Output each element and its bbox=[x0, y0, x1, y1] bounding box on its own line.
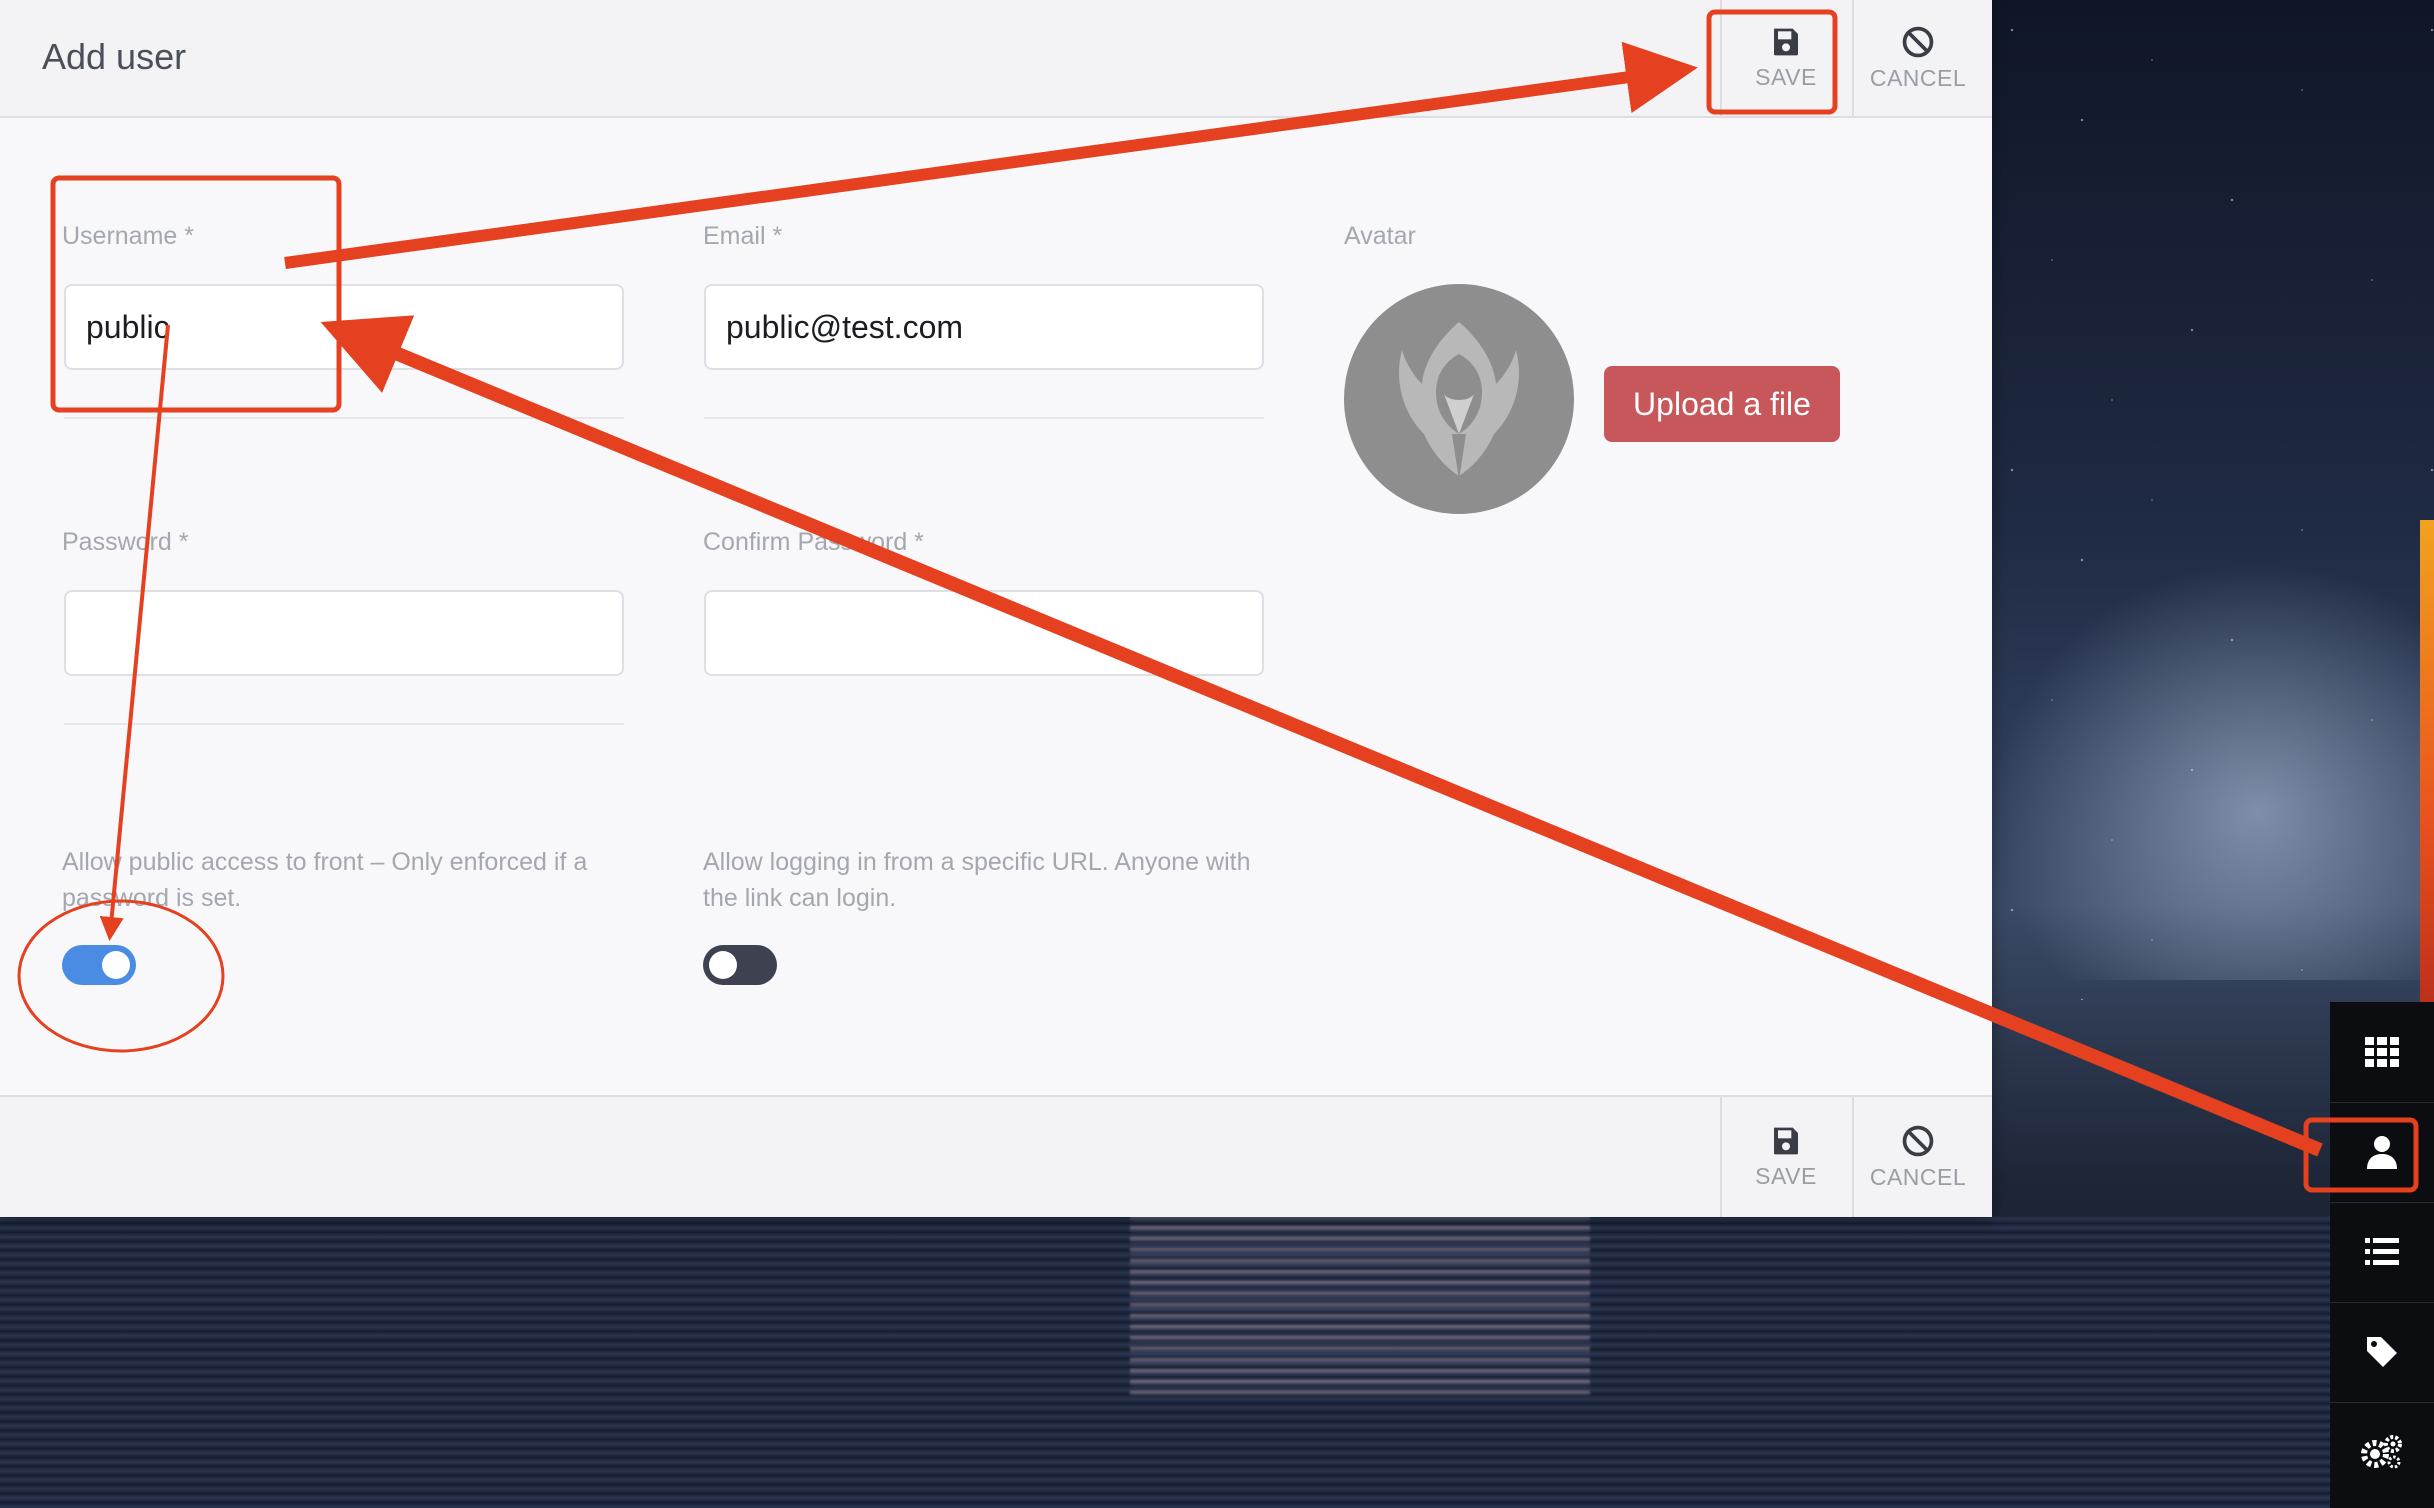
helmet-logo-icon bbox=[1398, 322, 1520, 480]
horizon-glow bbox=[1992, 560, 2434, 980]
upload-file-button[interactable]: Upload a file bbox=[1604, 366, 1840, 442]
footer-cancel-label: CANCEL bbox=[1869, 1163, 1967, 1190]
email-label: Email * bbox=[703, 222, 783, 250]
password-input[interactable] bbox=[64, 590, 624, 676]
username-divider bbox=[64, 417, 624, 419]
footer-save-label: SAVE bbox=[1755, 1162, 1817, 1189]
cancel-circle-icon bbox=[1902, 26, 1934, 57]
save-button[interactable]: SAVE bbox=[1720, 0, 1850, 116]
right-sidebar bbox=[2330, 1002, 2434, 1508]
floppy-disk-icon bbox=[1774, 1127, 1798, 1154]
toggle-knob bbox=[709, 951, 737, 979]
sidebar-item-tags[interactable] bbox=[2330, 1302, 2434, 1403]
sidebar-item-users[interactable] bbox=[2330, 1102, 2434, 1203]
background-window-edge bbox=[2420, 520, 2434, 1020]
add-user-dialog: Add user SAVE CANCEL Username * Email * … bbox=[0, 0, 1992, 1217]
floppy-disk-icon bbox=[1774, 28, 1798, 55]
public-access-help: Allow public access to front – Only enfo… bbox=[62, 848, 588, 912]
sidebar-item-apps[interactable] bbox=[2330, 1002, 2434, 1103]
email-divider bbox=[704, 417, 1264, 419]
sidebar-item-settings[interactable] bbox=[2330, 1402, 2434, 1502]
public-access-toggle[interactable] bbox=[62, 945, 136, 985]
footer-cancel-button[interactable]: CANCEL bbox=[1852, 1097, 1982, 1217]
confirm-password-input[interactable] bbox=[704, 590, 1264, 676]
user-icon bbox=[2367, 1136, 2397, 1169]
toggle-knob bbox=[102, 951, 130, 979]
avatar bbox=[1344, 284, 1574, 514]
username-input[interactable] bbox=[64, 284, 624, 370]
url-login-help: Allow logging in from a specific URL. An… bbox=[703, 848, 1251, 912]
url-login-toggle[interactable] bbox=[703, 945, 777, 985]
save-button-label: SAVE bbox=[1755, 63, 1817, 90]
username-label: Username * bbox=[62, 222, 194, 250]
password-divider bbox=[64, 723, 624, 725]
grid-icon bbox=[2365, 1037, 2399, 1067]
dialog-footer: SAVE CANCEL bbox=[0, 1095, 1992, 1217]
list-icon bbox=[2365, 1238, 2399, 1265]
cancel-button[interactable]: CANCEL bbox=[1852, 0, 1982, 116]
confirm-password-label: Confirm Password * bbox=[703, 528, 924, 556]
email-input[interactable] bbox=[704, 284, 1264, 370]
cancel-button-label: CANCEL bbox=[1869, 64, 1967, 91]
sidebar-item-list[interactable] bbox=[2330, 1202, 2434, 1303]
footer-save-button[interactable]: SAVE bbox=[1720, 1097, 1850, 1217]
tag-icon bbox=[2367, 1337, 2397, 1367]
sea-reflection bbox=[1130, 1215, 1590, 1395]
password-label: Password * bbox=[62, 528, 189, 556]
gears-icon bbox=[2361, 1435, 2402, 1469]
dialog-header: Add user SAVE CANCEL bbox=[0, 0, 1992, 118]
dialog-title: Add user bbox=[42, 36, 187, 77]
cancel-circle-icon bbox=[1902, 1125, 1934, 1156]
avatar-label: Avatar bbox=[1344, 222, 1416, 250]
